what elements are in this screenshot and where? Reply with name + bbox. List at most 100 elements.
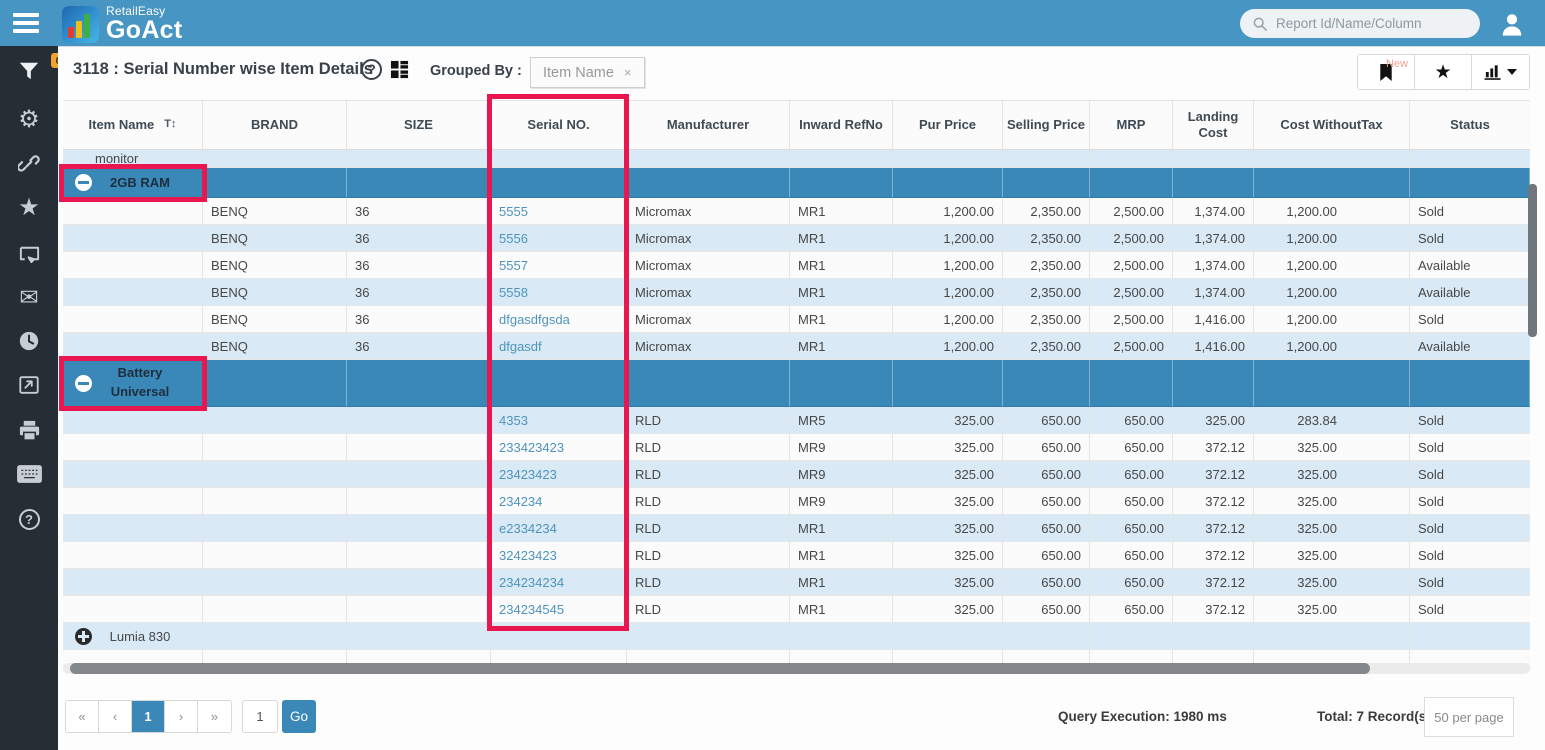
column-header-item-name[interactable]: Item NameT↕ [63, 100, 203, 150]
keyboard-icon[interactable] [0, 464, 58, 484]
per-page-select[interactable]: 50 per page [1424, 697, 1514, 737]
serial-number-link[interactable]: 234234545 [499, 602, 564, 617]
export-window-icon[interactable] [0, 374, 58, 396]
serial-number-link[interactable]: 5558 [499, 285, 528, 300]
collapse-minus-icon[interactable] [75, 174, 92, 191]
favorites-star-icon[interactable]: ★ [0, 196, 58, 220]
column-header-serial-no-[interactable]: Serial NO. [491, 100, 627, 150]
chart-view-dropdown-button[interactable] [1472, 55, 1529, 89]
cell-landing: 1,416.00 [1173, 333, 1254, 360]
group-row-partial[interactable]: monitor [63, 150, 1530, 168]
page-number-button[interactable]: 1 [132, 701, 165, 732]
cell-manufacturer: RLD [627, 542, 790, 569]
group-header-row[interactable]: 2GB RAM [63, 168, 1530, 198]
cell-serial: 23423423 [491, 461, 627, 488]
bookmark-button[interactable]: New [1358, 55, 1415, 89]
group-label: Lumia 830 [92, 629, 202, 644]
favorite-button[interactable]: ★ [1415, 55, 1472, 89]
search-input[interactable] [1276, 16, 1468, 31]
serial-number-link[interactable]: 32423423 [499, 548, 557, 563]
group-header-row[interactable]: Battery Universal [63, 360, 1530, 407]
mail-icon[interactable]: ✉ [0, 286, 58, 309]
page-prev-button[interactable]: ‹ [99, 701, 132, 732]
vertical-scrollbar[interactable] [1528, 184, 1537, 337]
cell-selling: 650.00 [1003, 542, 1090, 569]
page-last-button[interactable]: » [198, 701, 231, 732]
report-grid-icon[interactable] [390, 60, 409, 79]
report-help-icon[interactable]: ? [361, 59, 382, 80]
serial-number-link[interactable]: 234234234 [499, 575, 564, 590]
hamburger-menu-icon[interactable] [13, 13, 39, 33]
filter-icon[interactable]: 0 [0, 60, 58, 87]
column-header-cost-withouttax[interactable]: Cost WithoutTax [1254, 100, 1410, 150]
go-button[interactable]: Go [282, 700, 316, 733]
report-search-box[interactable] [1240, 9, 1480, 38]
table-row: 23423423RLDMR9325.00650.00650.00372.1232… [63, 461, 1530, 488]
cell-status: Sold [1410, 596, 1530, 623]
column-header-status[interactable]: Status [1410, 100, 1530, 150]
cell-serial: dfgasdfgsda [491, 306, 627, 333]
serial-number-link[interactable]: 234234 [499, 494, 542, 509]
serial-number-link[interactable]: 5557 [499, 258, 528, 273]
cell-inward: MR1 [790, 279, 893, 306]
serial-number-link[interactable]: e2334234 [499, 521, 557, 536]
cell-serial: dfgasdf [491, 333, 627, 360]
history-clock-icon[interactable] [0, 330, 58, 352]
page-first-button[interactable]: « [66, 701, 99, 732]
serial-number-link[interactable]: 23423423 [499, 467, 557, 482]
collapse-minus-icon[interactable] [75, 375, 92, 392]
cell-size [347, 407, 491, 434]
column-header-pur-price[interactable]: Pur Price [893, 100, 1003, 150]
cell-size [347, 569, 491, 596]
column-header-size[interactable]: SIZE [347, 100, 491, 150]
column-header-manufacturer[interactable]: Manufacturer [627, 100, 790, 150]
serial-number-link[interactable]: 5556 [499, 231, 528, 246]
group-header-row[interactable]: Lumia 830 [63, 623, 1530, 650]
print-icon[interactable] [0, 419, 58, 442]
share-report-icon[interactable] [0, 242, 58, 265]
column-header-selling-price[interactable]: Selling Price [1003, 100, 1090, 150]
cell-size [347, 461, 491, 488]
user-profile-icon[interactable] [1498, 10, 1526, 38]
horizontal-scrollbar[interactable] [70, 663, 1370, 674]
serial-number-link[interactable]: dfgasdf [499, 339, 542, 354]
cell-cost: 325.00 [1254, 542, 1410, 569]
cell-manufacturer: Micromax [627, 306, 790, 333]
search-icon [1252, 16, 1268, 32]
column-header-inward-refno[interactable]: Inward RefNo [790, 100, 893, 150]
cell-status: Available [1410, 252, 1530, 279]
page-next-button[interactable]: › [165, 701, 198, 732]
cell-size [347, 434, 491, 461]
cell-size: 36 [347, 225, 491, 252]
expand-plus-icon[interactable] [75, 628, 92, 645]
serial-number-link[interactable]: 5555 [499, 204, 528, 219]
serial-number-link[interactable]: 4353 [499, 413, 528, 428]
settings-gear-icon[interactable]: ⚙ [0, 108, 58, 132]
column-header-mrp[interactable]: MRP [1090, 100, 1173, 150]
chip-close-icon[interactable]: × [624, 65, 632, 80]
cell-mrp: 2,500.00 [1090, 225, 1173, 252]
serial-number-link[interactable]: 233423423 [499, 440, 564, 455]
cell-status: Sold [1410, 542, 1530, 569]
table-row: 234234545RLDMR1325.00650.00650.00372.123… [63, 596, 1530, 623]
cell-size: 36 [347, 252, 491, 279]
cell-size [347, 542, 491, 569]
link-icon[interactable] [0, 153, 58, 175]
help-icon[interactable]: ? [0, 509, 58, 530]
column-header-landing-cost[interactable]: Landing Cost [1173, 100, 1254, 150]
column-header-brand[interactable]: BRAND [203, 100, 347, 150]
serial-number-link[interactable]: dfgasdfgsda [499, 312, 570, 327]
cell-landing: 372.12 [1173, 542, 1254, 569]
cell-manufacturer: Micromax [627, 333, 790, 360]
sort-icon[interactable]: T↕ [164, 118, 176, 132]
group-chip-label: Item Name [543, 65, 614, 81]
group-chip-item-name[interactable]: Item Name × [530, 57, 645, 88]
table-row: e2334234RLDMR1325.00650.00650.00372.1232… [63, 515, 1530, 542]
cell-cost: 1,200.00 [1254, 333, 1410, 360]
cell-size [347, 596, 491, 623]
cell-selling: 650.00 [1003, 515, 1090, 542]
cell-mrp: 2,500.00 [1090, 279, 1173, 306]
cell-manufacturer: RLD [627, 515, 790, 542]
cell-status: Sold [1410, 306, 1530, 333]
goto-page-input[interactable] [242, 700, 278, 733]
